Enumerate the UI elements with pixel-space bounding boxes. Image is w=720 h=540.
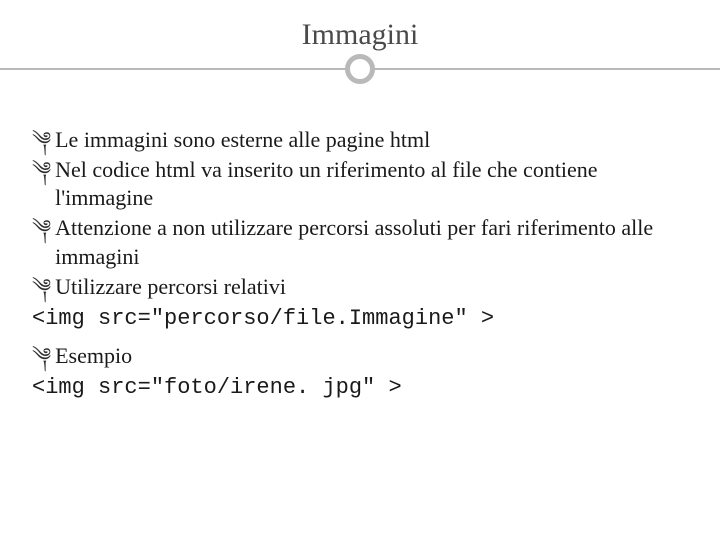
bullet-item: ༆ Utilizzare percorsi relativi [32,273,688,301]
bullet-text: Utilizzare percorsi relativi [55,273,688,301]
bullet-text: Attenzione a non utilizzare percorsi ass… [55,214,688,270]
code-line: <img src="percorso/file.Immagine" > [32,305,688,334]
bullet-item: ༆ Le immagini sono esterne alle pagine h… [32,126,688,154]
bullet-text: Le immagini sono esterne alle pagine htm… [55,126,688,154]
bullet-icon: ༆ [32,128,51,154]
title-area: Immagini [30,18,690,86]
bullet-icon: ༆ [32,344,51,370]
bullet-text: Nel codice html va inserito un riferimen… [55,156,688,212]
code-line: <img src="foto/irene. jpg" > [32,374,688,403]
slide: Immagini ༆ Le immagini sono esterne alle… [0,0,720,540]
slide-title: Immagini [302,18,419,58]
title-divider [30,54,690,86]
bullet-icon: ༆ [32,216,51,242]
bullet-item: ༆ Attenzione a non utilizzare percorsi a… [32,214,688,270]
bullet-icon: ༆ [32,275,51,301]
divider-ring-icon [345,54,375,84]
slide-body: ༆ Le immagini sono esterne alle pagine h… [30,126,690,402]
bullet-item: ༆ Nel codice html va inserito un riferim… [32,156,688,212]
bullet-item: ༆ Esempio [32,342,688,370]
bullet-icon: ༆ [32,158,51,184]
bullet-text: Esempio [55,342,688,370]
